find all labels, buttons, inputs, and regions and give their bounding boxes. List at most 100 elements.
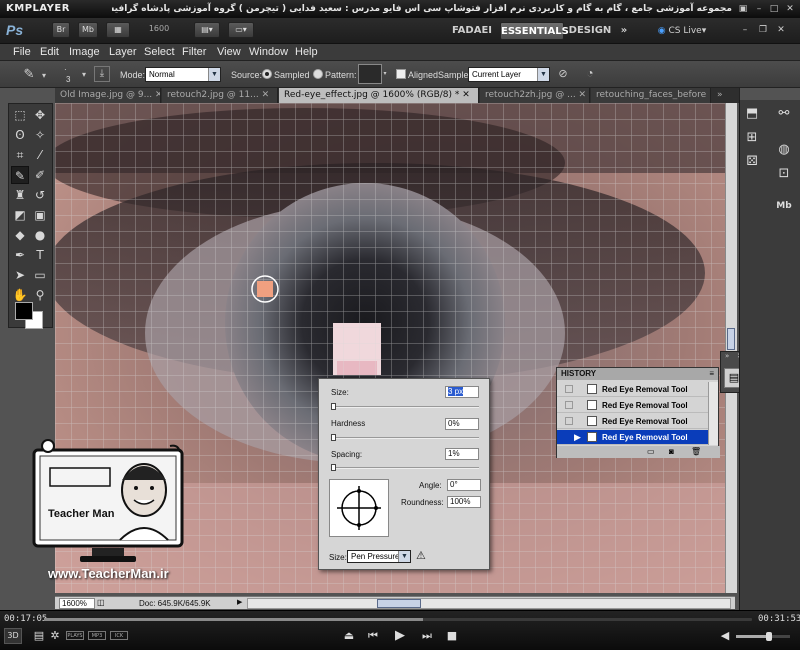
menu-layer[interactable]: Layer — [109, 44, 137, 61]
player-logo[interactable]: KMPLAYER — [6, 0, 70, 18]
next-icon[interactable]: ⏭ — [420, 629, 434, 643]
pin-icon[interactable]: ▣ — [736, 3, 750, 15]
stop-icon[interactable]: ■ — [445, 629, 459, 643]
tab-retouching-faces[interactable]: retouching_faces_before — [591, 88, 711, 103]
snapshot-checkbox[interactable] — [565, 385, 573, 393]
hardness-input[interactable]: 0% — [445, 418, 479, 430]
rectangular-marquee-icon[interactable]: ⬚ — [11, 106, 29, 124]
more-workspaces-button[interactable]: » — [616, 22, 632, 40]
healing-brush-icon[interactable]: ✎ — [20, 66, 38, 82]
zoom-level-select[interactable]: 1600 — [138, 22, 180, 38]
brush-tool-icon[interactable]: ✐ — [31, 166, 49, 184]
ignore-adjustment-layers-icon[interactable]: ⊘ — [556, 67, 570, 80]
lasso-tool-icon[interactable]: ʘ — [11, 126, 29, 144]
size-input[interactable]: 3 px — [445, 386, 479, 398]
tab-red-eye-effect[interactable]: Red-eye_effect.jpg @ 1600% (RGB/8) * ✕ — [279, 88, 479, 103]
expand-panels-icon[interactable]: » — [725, 352, 729, 360]
navigator-icon[interactable]: ⚄ — [742, 152, 762, 172]
pen-tool-icon[interactable]: ✒ — [11, 246, 29, 264]
history-item[interactable]: Red Eye Removal Tool — [557, 382, 708, 397]
ps-close-icon[interactable]: ✕ — [774, 24, 788, 36]
pressure-size-icon[interactable]: ◔ — [582, 66, 598, 80]
gradient-icon[interactable]: ▣ — [31, 206, 49, 224]
workspace-fadaei[interactable]: FADAEI — [450, 22, 494, 40]
tab-retouch2zh[interactable]: retouch2zh.jpg @ ... ✕ — [480, 88, 590, 103]
status-menu-icon[interactable]: ▶ — [237, 598, 242, 606]
new-snapshot-icon[interactable]: ◙ — [669, 446, 674, 458]
3d-button[interactable]: 3D — [4, 628, 22, 644]
menu-filter[interactable]: Filter — [182, 44, 206, 61]
adjustments-icon[interactable]: ⚯ — [774, 104, 794, 124]
angle-roundness-preview[interactable] — [329, 479, 389, 537]
history-brush-icon[interactable]: ↺ — [31, 186, 49, 204]
dodge-tool-icon[interactable]: ● — [31, 226, 49, 244]
more-tabs-icon[interactable]: » — [712, 88, 740, 103]
panel-menu-icon[interactable]: ≡ — [709, 368, 714, 380]
ps-restore-icon[interactable]: ❐ — [756, 24, 770, 36]
sampled-radio[interactable] — [262, 69, 272, 79]
bridge-button[interactable]: Br — [52, 22, 70, 38]
brush-panel-toggle-icon[interactable]: ⤓ — [94, 66, 110, 82]
workspace-essentials[interactable]: ESSENTIALS — [500, 22, 569, 40]
healing-brush-tool-icon[interactable]: ✎ — [11, 166, 29, 184]
hardness-slider-knob[interactable] — [331, 434, 336, 441]
path-selection-icon[interactable]: ➤ — [11, 266, 29, 284]
masks-icon[interactable]: ◍ — [774, 140, 794, 160]
angle-input[interactable]: 0° — [447, 479, 481, 491]
channels-icon[interactable]: ⊡ — [774, 164, 794, 184]
ick-badge[interactable]: ICK — [110, 631, 128, 640]
new-document-from-state-icon[interactable]: ▭ — [647, 446, 655, 458]
menu-select[interactable]: Select — [144, 44, 175, 61]
clone-stamp-icon[interactable]: ♜ — [11, 186, 29, 204]
play-icon[interactable]: ▶ — [393, 629, 407, 643]
plays-badge[interactable]: PLAYS — [66, 631, 84, 640]
brush-picker-arrow-icon[interactable]: ▾ — [80, 70, 88, 79]
delete-state-icon[interactable]: 🗑 — [691, 446, 701, 458]
eyedropper-icon[interactable]: ⁄ — [31, 146, 49, 164]
tab-old-image[interactable]: Old Image.jpg @ 9... ✕ — [55, 88, 161, 103]
horizontal-scroll-thumb[interactable] — [377, 599, 421, 608]
menu-help[interactable]: Help — [295, 44, 318, 61]
volume-slider[interactable] — [736, 632, 790, 641]
maximize-icon[interactable]: □ — [767, 3, 781, 15]
zoom-tool-icon[interactable]: ⚲ — [31, 286, 49, 304]
snapshot-checkbox[interactable] — [565, 401, 573, 409]
type-tool-icon[interactable]: T — [31, 246, 49, 264]
seek-bar[interactable] — [44, 618, 752, 621]
blur-tool-icon[interactable]: ◆ — [11, 226, 29, 244]
menu-image[interactable]: Image — [69, 44, 100, 61]
pattern-swatch[interactable] — [358, 64, 382, 84]
pattern-radio[interactable] — [313, 69, 323, 79]
mini-bridge-button[interactable]: Mb — [78, 22, 98, 38]
size-slider-knob[interactable] — [331, 403, 336, 410]
history-scrollbar[interactable] — [708, 382, 718, 445]
screen-mode-button[interactable]: ▭▾ — [228, 22, 254, 38]
foreground-color-swatch[interactable] — [15, 302, 33, 320]
move-tool-icon[interactable]: ✥ — [31, 106, 49, 124]
mini-bridge-icon[interactable]: Mb — [774, 196, 794, 216]
mode-select[interactable]: Normal ▼ — [145, 67, 221, 82]
roundness-input[interactable]: 100% — [447, 496, 481, 508]
hardness-slider[interactable] — [331, 434, 479, 441]
mute-icon[interactable]: ◀ — [718, 629, 732, 643]
menu-window[interactable]: Window — [249, 44, 288, 61]
spacing-slider-knob[interactable] — [331, 464, 336, 471]
aligned-checkbox[interactable] — [396, 69, 406, 79]
spacing-slider[interactable] — [331, 464, 479, 471]
playlist-icon[interactable]: ▤ — [32, 629, 46, 643]
horizontal-scrollbar[interactable] — [247, 598, 731, 609]
sample-select[interactable]: Current Layer ▼ — [468, 67, 550, 82]
snapshot-checkbox[interactable] — [565, 417, 573, 425]
pattern-picker-arrow-icon[interactable]: ▾ — [382, 70, 388, 77]
menu-view[interactable]: View — [217, 44, 241, 61]
close-icon[interactable]: ✕ — [783, 3, 797, 15]
history-item[interactable]: Red Eye Removal Tool — [557, 398, 708, 413]
shape-tool-icon[interactable]: ▭ — [31, 266, 49, 284]
tool-preset-arrow-icon[interactable]: ▾ — [40, 71, 48, 80]
size-slider[interactable] — [331, 403, 479, 410]
vertical-scroll-thumb[interactable] — [727, 328, 735, 350]
previous-icon[interactable]: ⏮ — [366, 629, 380, 643]
extras-button[interactable]: ▦ — [106, 22, 130, 38]
ps-minimize-icon[interactable]: – — [738, 24, 752, 36]
eject-icon[interactable]: ⏏ — [342, 629, 356, 643]
